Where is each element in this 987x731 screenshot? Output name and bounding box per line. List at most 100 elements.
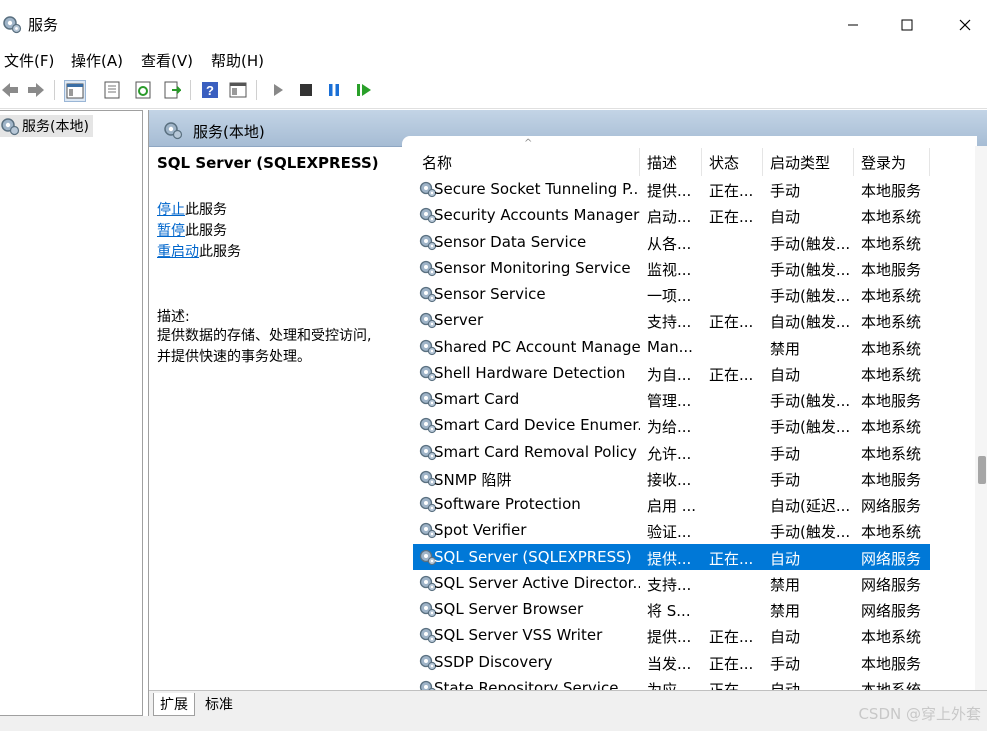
column-divider[interactable] [929,148,930,176]
cell-description: 从各... [647,234,692,253]
cell-description: 当发... [647,654,692,673]
column-divider[interactable] [701,148,702,176]
cell-name: SQL Server Browser [434,600,584,618]
cell-status: 正在... [709,628,754,647]
table-row[interactable]: SQL Server Active Director... 支持... 禁用 网络服务 [413,570,930,596]
view-button[interactable] [228,80,248,100]
tree-item-services-local[interactable]: 服务(本地) [0,115,93,137]
column-divider[interactable] [853,148,854,176]
minimize-button[interactable] [830,8,876,42]
table-row[interactable]: Smart Card Removal Policy 允许... 手动 本地系统 [413,439,930,465]
properties-button[interactable] [102,80,122,100]
help-button[interactable]: ? [200,80,220,100]
cell-description: 允许... [647,444,692,463]
column-divider[interactable] [639,148,640,176]
table-row[interactable]: Sensor Data Service 从各... 手动(触发... 本地系统 [413,229,930,255]
pause-service-button[interactable] [324,80,344,100]
cell-name: Smart Card Device Enumer... [434,416,640,435]
description-line: 提供数据的存储、处理和受控访问, [157,328,372,344]
table-row[interactable]: SQL Server VSS Writer 提供... 正在... 自动 本地系统 [413,622,930,648]
description-text: 提供数据的存储、处理和受控访问, 并提供快速的事务处理。 [157,326,397,368]
back-button[interactable] [0,80,20,100]
toolbar-separator [54,80,55,100]
table-row[interactable]: SSDP Discovery 当发... 正在... 手动 本地服务 [413,649,930,675]
console-tree-icon [66,83,84,99]
table-row[interactable]: Sensor Service 一项... 手动(触发... 本地系统 [413,281,930,307]
column-header-name[interactable]: 名称 [422,152,452,172]
pane-header-title: 服务(本地) [193,123,265,141]
stop-link[interactable]: 停止 [157,202,185,218]
cell-description: 提供... [647,628,692,647]
table-row[interactable]: Security Accounts Manager 启动... 正在... 自动 本地系… [413,202,930,228]
table-row[interactable]: Server 支持... 正在... 自动(触发... 本地系统 [413,307,930,333]
restart-service-button[interactable] [354,80,374,100]
table-row[interactable]: Spot Verifier 验证... 手动(触发... 本地系统 [413,517,930,543]
export-list-button[interactable] [162,80,182,100]
close-button[interactable] [942,8,987,42]
table-row[interactable]: Smart Card 管理... 手动(触发... 本地服务 [413,386,930,412]
cell-description: 启用 ... [647,497,695,515]
cell-log-on-as: 网络服务 [861,575,922,594]
description-line: 并提供快速的事务处理。 [157,349,311,365]
maximize-button[interactable] [884,8,930,42]
maximize-icon [901,19,913,31]
cell-startup-type: 手动(触发... [770,392,851,410]
table-row[interactable]: State Repository Service 为应... 正在... 自动 本地系统 [413,675,930,690]
start-service-button[interactable] [268,80,288,100]
table-row[interactable]: SQL Server Browser 将 S... 禁用 网络服务 [413,596,930,622]
menu-action[interactable]: 操作(A) [71,50,123,71]
cell-name: SQL Server (SQLEXPRESS) [434,547,632,566]
table-row[interactable]: Software Protection 启用 ... 自动(延迟... 网络服务 [413,491,930,517]
cell-log-on-as: 本地服务 [861,470,922,489]
export-list-icon [164,81,181,99]
tab-standard[interactable]: 标准 [199,693,239,715]
services-gear-icon [164,122,183,140]
cell-description: 为应... [647,680,692,690]
vertical-scrollbar[interactable] [975,146,987,690]
stop-service-button[interactable] [296,80,316,100]
cell-log-on-as: 本地系统 [861,418,922,437]
cell-description: 验证... [647,523,692,542]
cell-name: Spot Verifier [434,521,527,540]
column-header-description[interactable]: 描述 [647,152,677,172]
table-row[interactable]: Sensor Monitoring Service 监视... 手动(触发... 本地… [413,255,930,281]
cell-name: Shell Hardware Detection [434,363,626,382]
cell-log-on-as: 网络服务 [861,602,922,620]
tab-extended[interactable]: 扩展 [153,693,195,716]
show-tree-button[interactable] [64,80,86,102]
cell-status: 正在... [709,365,754,384]
cell-log-on-as: 本地服务 [861,182,922,200]
cell-startup-type: 手动(触发... [770,260,851,279]
cell-description: 启动... [647,208,692,227]
column-divider[interactable] [762,148,763,176]
cell-startup-type: 自动 [770,680,801,690]
view-icon [229,82,247,98]
table-row[interactable]: SNMP 陷阱 接收... 手动 本地服务 [413,465,930,491]
column-header-status[interactable]: 状态 [709,152,739,172]
cell-description: 监视... [647,260,692,279]
menu-file[interactable]: 文件(F) [4,50,54,71]
restart-link[interactable]: 重启动 [157,244,199,260]
cell-name: SQL Server VSS Writer [434,626,603,645]
table-row[interactable]: Smart Card Device Enumer... 为给... 手动(触发...… [413,412,930,438]
table-row[interactable]: Secure Socket Tunneling P... 提供... 正在... 手动… [413,176,930,202]
table-row[interactable]: Shell Hardware Detection 为自... 正在... 自动 本地系统 [413,360,930,386]
scrollbar-thumb[interactable] [978,456,986,484]
menu-view[interactable]: 查看(V) [141,50,193,71]
cell-startup-type: 自动 [770,208,801,227]
help-icon: ? [202,82,218,98]
details-pane: 服务(本地) SQL Server (SQLEXPRESS) 停止此服务 暂停此… [148,110,987,717]
forward-button[interactable] [26,80,46,100]
table-row[interactable]: Shared PC Account Manager Man... 禁用 本地系统 [413,334,930,360]
table-row[interactable]: SQL Server (SQLEXPRESS) 提供... 正在... 自动 网络服务 [413,543,930,570]
refresh-icon [135,81,151,99]
pause-link[interactable]: 暂停 [157,223,185,239]
cell-description: 一项... [647,287,692,305]
column-header-log-on-as[interactable]: 登录为 [861,152,906,172]
column-header-startup-type[interactable]: 启动类型 [770,152,830,172]
refresh-button[interactable] [133,80,153,100]
cell-description: Man... [647,337,693,356]
menu-help[interactable]: 帮助(H) [211,50,264,71]
cell-name: Security Accounts Manager [434,206,640,225]
toolbar-separator [190,80,191,100]
